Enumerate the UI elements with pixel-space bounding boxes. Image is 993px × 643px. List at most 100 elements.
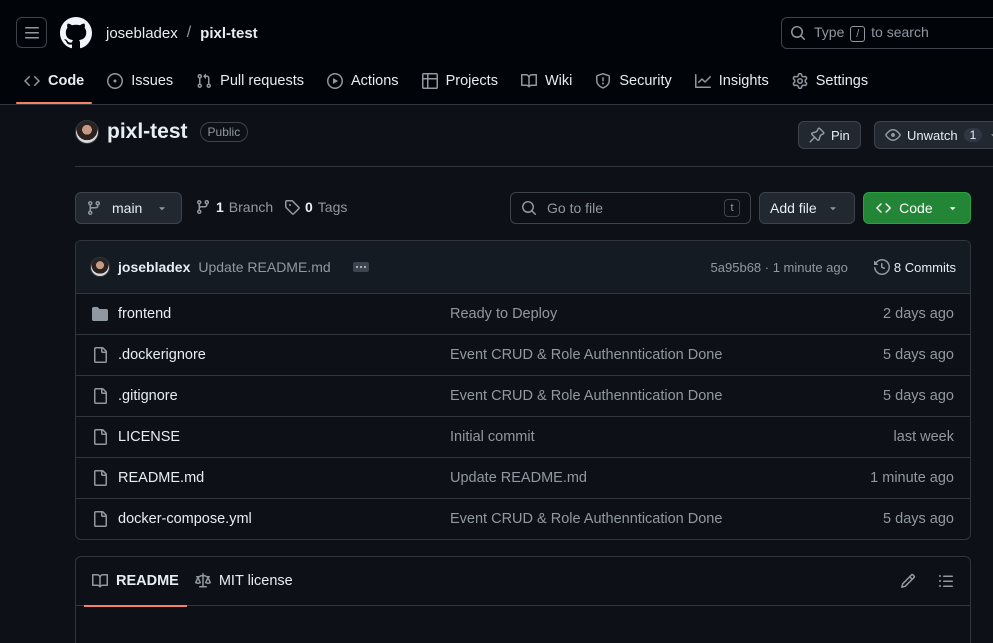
github-logo-icon[interactable]: [60, 17, 92, 49]
commit-author-avatar[interactable]: [90, 257, 110, 277]
file-icon: [92, 470, 108, 486]
watch-count: 1: [963, 128, 983, 142]
watch-label: Unwatch: [907, 127, 958, 143]
folder-icon: [92, 306, 108, 322]
add-file-button[interactable]: Add file: [759, 192, 855, 224]
file-commit-message[interactable]: Event CRUD & Role Authenntication Done: [450, 388, 722, 404]
branch-select-button[interactable]: main: [75, 192, 182, 224]
graph-icon: [694, 74, 711, 88]
file-name[interactable]: docker-compose.yml: [118, 511, 252, 527]
pin-button[interactable]: Pin: [798, 121, 861, 149]
file-row[interactable]: .dockerignore Event CRUD & Role Authennt…: [76, 335, 970, 376]
file-commit-message[interactable]: Event CRUD & Role Authenntication Done: [450, 347, 722, 363]
tags-count: 0: [305, 199, 313, 215]
tag-icon: [285, 200, 300, 215]
search-text: Type / to search: [814, 24, 929, 42]
commits-link[interactable]: 8 Commits: [873, 259, 956, 275]
commit-meta[interactable]: 5a95b68 · 1 minute ago: [711, 260, 848, 275]
tab-insights[interactable]: Insights: [687, 64, 777, 98]
book-icon: [520, 73, 537, 88]
commit-author[interactable]: josebladex: [118, 259, 190, 275]
file-age: 5 days ago: [883, 388, 954, 404]
code-button-label: Code: [899, 200, 933, 216]
file-row[interactable]: .gitignore Event CRUD & Role Authenntica…: [76, 376, 970, 417]
global-search-input[interactable]: Type / to search: [781, 17, 993, 49]
file-age: last week: [893, 429, 954, 445]
file-name[interactable]: LICENSE: [118, 429, 180, 445]
code-icon: [876, 203, 891, 213]
tab-code[interactable]: Code: [16, 64, 93, 104]
file-age: 5 days ago: [883, 347, 954, 363]
tab-settings[interactable]: Settings: [784, 64, 876, 98]
tab-label: Code: [48, 73, 85, 89]
tab-label: README: [116, 573, 179, 589]
file-list: josebladex Update README.md 5a95b68 · 1 …: [75, 240, 971, 540]
triangle-down-icon: [829, 207, 836, 211]
go-to-file-input[interactable]: Go to file t: [510, 192, 751, 224]
tab-label: Insights: [718, 73, 769, 89]
pin-icon: [809, 127, 825, 143]
list-icon[interactable]: [938, 573, 954, 589]
repo-title[interactable]: pixl-test: [107, 120, 188, 144]
file-row[interactable]: LICENSE Initial commit last week: [76, 417, 970, 458]
tab-label: Projects: [445, 73, 498, 89]
readme-tabs: README MIT license: [76, 557, 970, 607]
file-commit-message[interactable]: Ready to Deploy: [450, 306, 557, 322]
pin-label: Pin: [831, 127, 850, 143]
branch-name: main: [112, 200, 143, 216]
add-file-label: Add file: [770, 200, 817, 216]
commit-message[interactable]: Update README.md: [198, 259, 330, 275]
file-row[interactable]: frontend Ready to Deploy 2 days ago: [76, 294, 970, 335]
tags-label: Tags: [317, 199, 348, 215]
file-commit-message[interactable]: Event CRUD & Role Authenntication Done: [450, 511, 722, 527]
commit-details-toggle[interactable]: [352, 262, 369, 272]
gear-icon: [792, 73, 808, 89]
file-name[interactable]: frontend: [118, 306, 171, 322]
pencil-icon[interactable]: [900, 573, 916, 589]
file-commit-message[interactable]: Update README.md: [450, 470, 587, 486]
file-name[interactable]: .gitignore: [118, 388, 178, 404]
tab-security[interactable]: Security: [587, 64, 679, 98]
branches-label: Branch: [228, 199, 274, 215]
watch-button[interactable]: Unwatch 1: [874, 121, 993, 149]
tab-pull-requests[interactable]: Pull requests: [188, 64, 312, 98]
triangle-down-icon: [159, 207, 166, 211]
go-to-file-placeholder: Go to file: [547, 200, 604, 216]
tab-license[interactable]: MIT license: [187, 557, 301, 606]
code-button[interactable]: Code: [863, 192, 971, 224]
tab-label: MIT license: [218, 573, 293, 589]
breadcrumb: josebladex / pixl-test: [106, 24, 258, 42]
table-icon: [421, 73, 438, 89]
file-row[interactable]: README.md Update README.md 1 minute ago: [76, 458, 970, 499]
tab-label: Settings: [815, 73, 869, 89]
menu-button[interactable]: [16, 17, 47, 48]
tab-label: Security: [619, 73, 672, 89]
tab-issues[interactable]: Issues: [99, 64, 181, 98]
file-name[interactable]: README.md: [118, 470, 204, 486]
tab-projects[interactable]: Projects: [414, 64, 506, 98]
shield-icon: [596, 73, 611, 89]
file-commit-message[interactable]: Initial commit: [450, 429, 535, 445]
file-row[interactable]: docker-compose.yml Event CRUD & Role Aut…: [76, 499, 970, 539]
tab-actions[interactable]: Actions: [319, 64, 407, 98]
commits-label: 8 Commits: [893, 259, 956, 275]
search-shortcut-key: /: [850, 26, 866, 42]
tab-readme[interactable]: README: [84, 557, 187, 607]
eye-icon: [885, 129, 901, 141]
file-name[interactable]: .dockerignore: [118, 347, 206, 363]
owner-avatar[interactable]: [75, 120, 99, 144]
divider: [75, 166, 993, 167]
tab-label: Actions: [351, 73, 399, 89]
tab-wiki[interactable]: Wiki: [513, 64, 580, 98]
file-age: 2 days ago: [883, 306, 954, 322]
tags-link[interactable]: 0 Tags: [284, 199, 347, 215]
search-icon: [791, 26, 806, 41]
hamburger-icon: [24, 26, 39, 38]
breadcrumb-repo-link[interactable]: pixl-test: [200, 25, 258, 42]
triangle-down-icon: [949, 207, 955, 211]
issue-icon: [107, 73, 124, 89]
branches-link[interactable]: 1 Branch: [195, 199, 273, 215]
play-icon: [327, 73, 343, 89]
pull-request-icon: [197, 73, 212, 89]
breadcrumb-owner-link[interactable]: josebladex: [106, 25, 178, 42]
